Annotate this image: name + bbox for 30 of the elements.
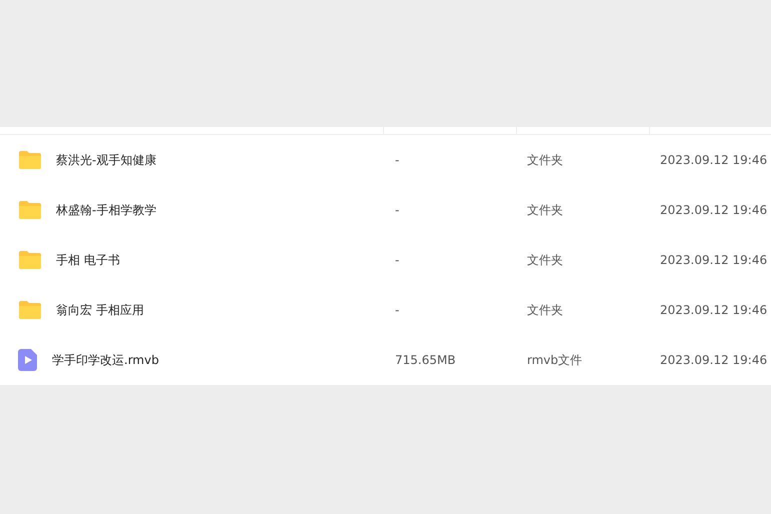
file-size: 715.65MB bbox=[395, 353, 456, 367]
file-row[interactable]: 林盛翰-手相学教学 - 文件夹 2023.09.12 19:46 bbox=[0, 185, 771, 235]
folder-icon bbox=[18, 200, 42, 220]
file-type: 文件夹 bbox=[527, 202, 563, 218]
modified-date: 2023.09.12 19:46 bbox=[660, 353, 768, 367]
file-type: 文件夹 bbox=[527, 152, 563, 168]
file-type: 文件夹 bbox=[527, 252, 563, 268]
file-size: - bbox=[395, 153, 400, 167]
file-row[interactable]: 蔡洪光-观手知健康 - 文件夹 2023.09.12 19:46 bbox=[0, 135, 771, 185]
file-name: 手相 电子书 bbox=[56, 252, 120, 268]
file-name: 林盛翰-手相学教学 bbox=[56, 202, 156, 218]
file-name: 翁向宏 手相应用 bbox=[56, 302, 144, 318]
file-name: 蔡洪光-观手知健康 bbox=[56, 152, 156, 168]
folder-icon bbox=[18, 150, 42, 170]
file-row[interactable]: 翁向宏 手相应用 - 文件夹 2023.09.12 19:46 bbox=[0, 285, 771, 335]
file-name: 学手印学改运.rmvb bbox=[52, 352, 159, 368]
folder-icon bbox=[18, 300, 42, 320]
file-size: - bbox=[395, 203, 400, 217]
file-size: - bbox=[395, 303, 400, 317]
file-row[interactable]: 学手印学改运.rmvb 715.65MB rmvb文件 2023.09.12 19:46 bbox=[0, 335, 771, 385]
file-size: - bbox=[395, 253, 400, 267]
file-type: rmvb文件 bbox=[527, 352, 582, 368]
modified-date: 2023.09.12 19:46 bbox=[660, 253, 768, 267]
modified-date: 2023.09.12 19:46 bbox=[660, 303, 768, 317]
file-row[interactable]: 手相 电子书 - 文件夹 2023.09.12 19:46 bbox=[0, 235, 771, 285]
file-type: 文件夹 bbox=[527, 302, 563, 318]
folder-icon bbox=[18, 250, 42, 270]
modified-date: 2023.09.12 19:46 bbox=[660, 153, 768, 167]
video-file-icon bbox=[18, 349, 38, 371]
modified-date: 2023.09.12 19:46 bbox=[660, 203, 768, 217]
